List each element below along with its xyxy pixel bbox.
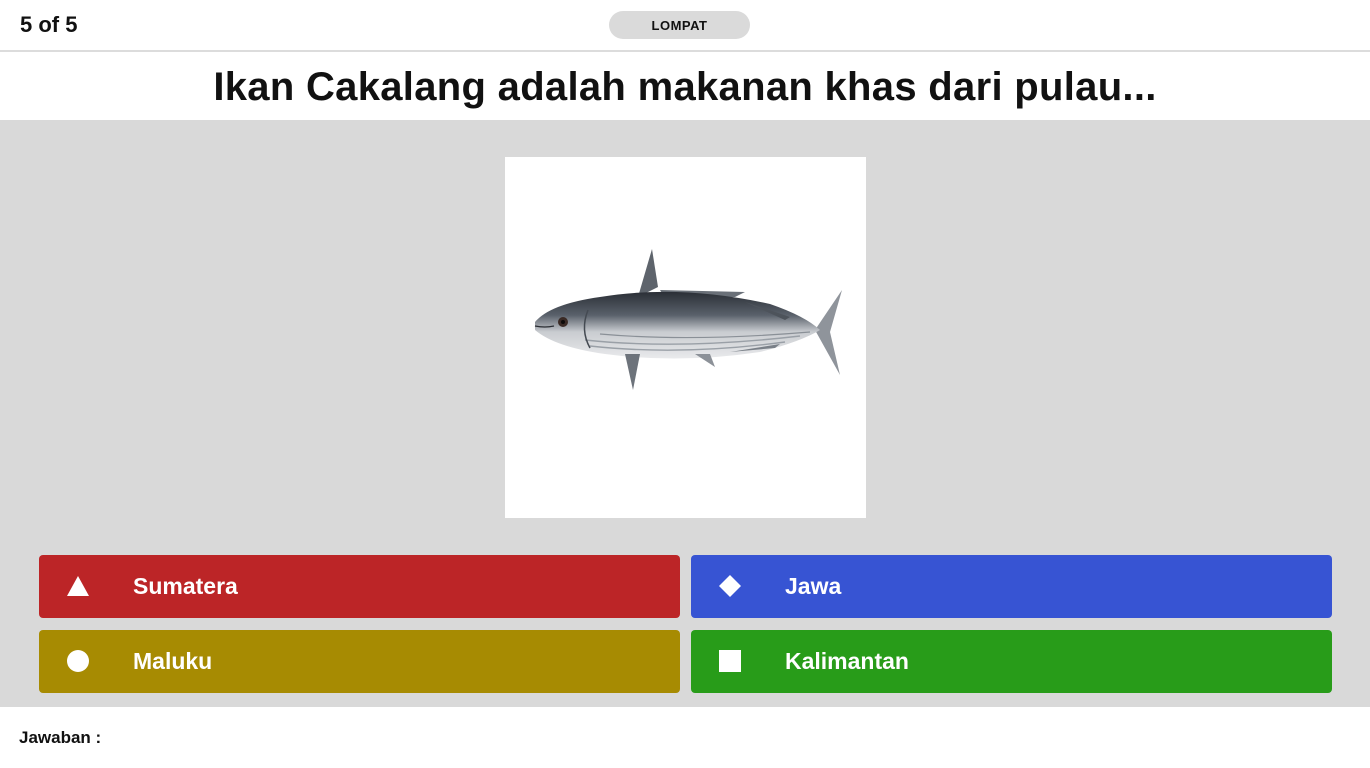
top-bar: 5 of 5 LOMPAT <box>0 0 1370 52</box>
answer-status-label: Jawaban : <box>19 728 102 747</box>
fish-image <box>534 249 842 390</box>
question-stage: Sumatera Jawa Maluku Kalimantan <box>0 120 1370 707</box>
answer-label: Kalimantan <box>785 648 909 674</box>
question-title: Ikan Cakalang adalah makanan khas dari p… <box>213 65 1157 109</box>
answer-option-sumatera[interactable]: Sumatera <box>39 555 680 618</box>
triangle-icon <box>67 576 89 596</box>
question-bar: Ikan Cakalang adalah makanan khas dari p… <box>0 54 1370 120</box>
answer-label: Jawa <box>785 573 842 599</box>
circle-icon <box>67 650 89 672</box>
question-image-card <box>505 157 866 518</box>
answer-label: Sumatera <box>133 573 238 599</box>
answer-option-kalimantan[interactable]: Kalimantan <box>691 630 1332 693</box>
footer: Jawaban : <box>0 707 1370 768</box>
square-icon <box>719 650 741 672</box>
skip-button[interactable]: LOMPAT <box>609 11 750 39</box>
answer-option-jawa[interactable]: Jawa <box>691 555 1332 618</box>
answer-option-maluku[interactable]: Maluku <box>39 630 680 693</box>
answer-label: Maluku <box>133 648 213 674</box>
question-counter: 5 of 5 <box>20 12 78 37</box>
diamond-icon <box>719 575 741 597</box>
